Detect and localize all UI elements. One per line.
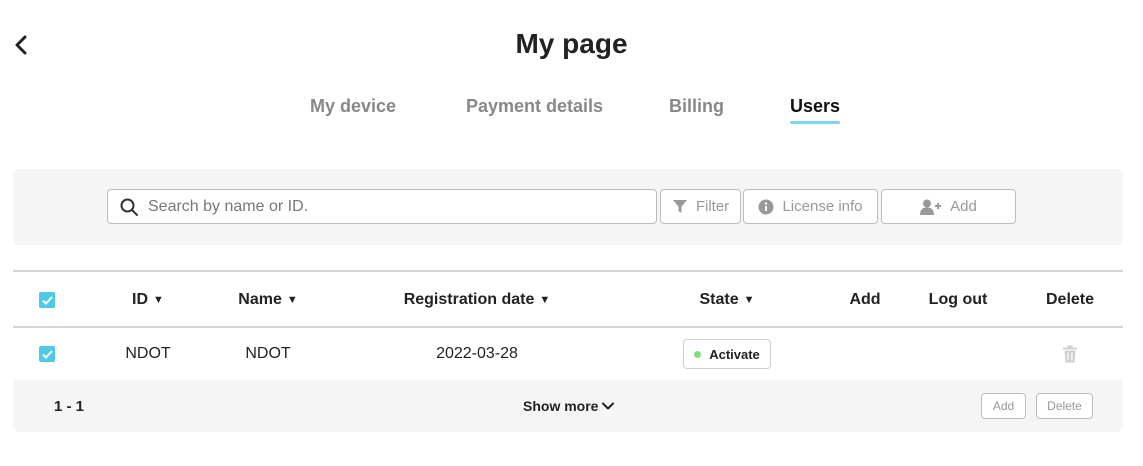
tab-payment-details[interactable]: Payment details: [466, 96, 603, 121]
column-header-registration-date-label: Registration date: [403, 291, 535, 308]
add-user-icon: [920, 199, 942, 215]
filter-button[interactable]: Filter: [660, 189, 741, 224]
sort-caret-icon: ▼: [743, 294, 755, 306]
sort-caret-icon: ▼: [153, 294, 164, 306]
trash-icon[interactable]: [1062, 345, 1078, 363]
toolbar: Filter License info Add: [13, 169, 1123, 245]
status-dot-icon: [694, 350, 702, 358]
state-label: Activate: [709, 346, 760, 362]
add-user-label: Add: [950, 198, 977, 215]
footer-add-button[interactable]: Add: [981, 393, 1026, 419]
cell-registration-date: 2022-03-28: [436, 345, 518, 362]
cell-name: NDOT: [245, 345, 291, 362]
license-info-label: License info: [782, 198, 863, 215]
show-more-button[interactable]: Show more: [523, 380, 615, 432]
page-title: My page: [515, 28, 628, 59]
column-header-registration-date[interactable]: Registration date ▼: [377, 272, 577, 328]
column-header-name-label: Name: [238, 291, 282, 308]
table-header: ID ▼ Name ▼ Registration date ▼ State ▼ Add …: [13, 270, 1123, 328]
row-select-cell: [38, 328, 56, 380]
show-more-label: Show more: [523, 398, 599, 414]
footer-delete-button[interactable]: Delete: [1036, 393, 1093, 419]
column-header-id[interactable]: ID ▼: [108, 272, 188, 328]
column-header-logout: Log out: [928, 291, 988, 308]
row-checkbox[interactable]: [39, 346, 55, 362]
tab-users[interactable]: Users: [790, 96, 841, 124]
add-user-button[interactable]: Add: [881, 189, 1016, 224]
table-footer: 1 - 1 Show more Add Delete: [13, 380, 1123, 432]
chevron-down-icon: [602, 402, 615, 410]
search-icon: [120, 198, 138, 216]
column-header-state-label: State: [699, 291, 739, 308]
state-badge[interactable]: Activate: [683, 339, 771, 369]
column-header-delete: Delete: [1045, 291, 1095, 308]
select-all-checkbox[interactable]: [39, 292, 55, 308]
license-info-button[interactable]: License info: [743, 189, 878, 224]
tab-billing[interactable]: Billing: [669, 96, 724, 121]
info-icon: [758, 199, 774, 214]
column-header-id-label: ID: [132, 291, 149, 308]
sort-caret-icon: ▼: [286, 294, 298, 306]
column-header-name[interactable]: Name ▼: [218, 272, 318, 328]
cell-delete: [1050, 328, 1090, 380]
table-row[interactable]: NDOT NDOT 2022-03-28 Activate: [13, 328, 1123, 380]
column-header-state[interactable]: State ▼: [677, 272, 777, 328]
sort-caret-icon: ▼: [539, 294, 551, 306]
check-icon: [41, 349, 53, 359]
header-select-cell: [38, 272, 56, 328]
tab-bar: My device Payment details Billing Users: [0, 96, 1143, 126]
check-icon: [41, 295, 53, 305]
filter-label: Filter: [695, 198, 730, 215]
search-input[interactable]: [148, 197, 628, 216]
cell-id: NDOT: [125, 345, 171, 362]
cell-state: Activate: [677, 328, 777, 380]
pagination-range: 1 - 1: [54, 397, 85, 415]
search-box: [107, 189, 657, 224]
filter-icon: [672, 200, 687, 213]
tab-my-device[interactable]: My device: [310, 96, 396, 121]
column-header-add: Add: [849, 291, 881, 308]
